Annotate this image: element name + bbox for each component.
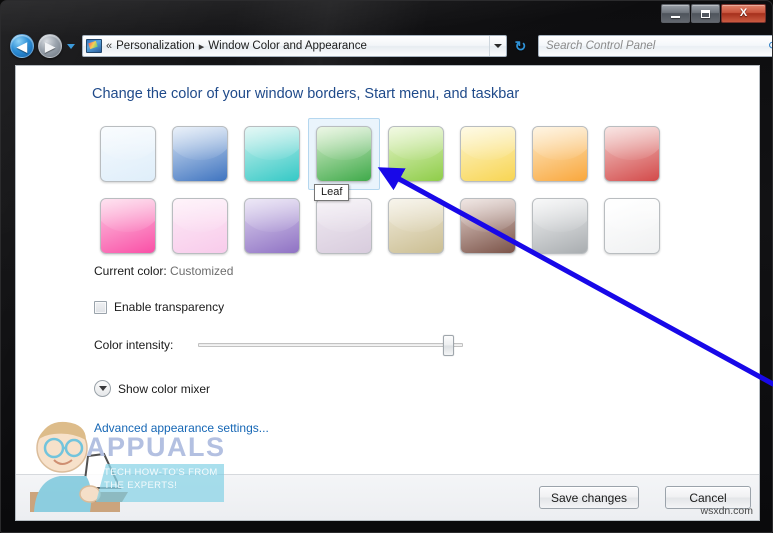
- swatch-gloss: [317, 127, 371, 161]
- color-swatch-mocha[interactable]: [460, 198, 516, 254]
- recent-pages-dropdown-button[interactable]: [66, 41, 76, 51]
- swatch-tooltip: Leaf: [314, 184, 350, 201]
- swatch-gloss: [461, 199, 515, 233]
- search-input[interactable]: Search Control Panel: [546, 40, 769, 52]
- color-swatch-cell[interactable]: [236, 190, 308, 262]
- close-button[interactable]: X: [721, 4, 766, 23]
- advanced-appearance-settings-link[interactable]: Advanced appearance settings...: [94, 421, 269, 435]
- command-bar: Save changes Cancel: [16, 474, 759, 520]
- enable-transparency-checkbox[interactable]: [94, 300, 107, 314]
- close-icon: X: [739, 7, 748, 19]
- color-swatch-pink[interactable]: [100, 198, 156, 254]
- page-title: Change the color of your window borders,…: [92, 86, 520, 102]
- color-swatch-lime[interactable]: [388, 126, 444, 182]
- current-color-value: Customized: [170, 264, 234, 278]
- breadcrumb-overflow-icon[interactable]: «: [102, 40, 116, 52]
- back-arrow-icon: ◀: [17, 38, 27, 54]
- color-swatch-cell[interactable]: [596, 190, 668, 262]
- swatch-gloss: [245, 199, 299, 233]
- search-box[interactable]: Search Control Panel ⚲: [538, 35, 772, 57]
- save-changes-button[interactable]: Save changes: [539, 486, 639, 509]
- control-panel-icon: [86, 39, 102, 53]
- color-swatch-cell[interactable]: [524, 118, 596, 190]
- swatch-gloss: [101, 127, 155, 161]
- swatch-gloss: [173, 199, 227, 233]
- swatch-gloss: [605, 127, 659, 161]
- color-swatch-taupe[interactable]: [388, 198, 444, 254]
- swatch-gloss: [245, 127, 299, 161]
- refresh-button[interactable]: ↻: [510, 35, 531, 57]
- color-swatch-cell[interactable]: [236, 118, 308, 190]
- color-swatch-blush[interactable]: [172, 198, 228, 254]
- swatch-gloss: [533, 199, 587, 233]
- color-swatch-leaf[interactable]: [316, 126, 372, 182]
- swatch-gloss: [533, 127, 587, 161]
- minimize-icon: [671, 15, 680, 18]
- color-swatch-cell[interactable]: [380, 118, 452, 190]
- color-swatch-twilight[interactable]: [172, 126, 228, 182]
- swatch-gloss: [461, 127, 515, 161]
- color-intensity-row: Color intensity:: [94, 335, 463, 356]
- screenshot-root: X ◀ ▶ « Personalization ▸ Window Color a…: [0, 0, 773, 533]
- enable-transparency-label: Enable transparency: [114, 300, 225, 314]
- color-swatch-sea[interactable]: [244, 126, 300, 182]
- color-intensity-slider[interactable]: [198, 335, 463, 356]
- color-swatch-cell[interactable]: [452, 118, 524, 190]
- color-swatch-lavender[interactable]: [316, 198, 372, 254]
- color-swatch-sun[interactable]: [460, 126, 516, 182]
- enable-transparency-row[interactable]: Enable transparency: [94, 300, 224, 314]
- breadcrumb-item-personalization[interactable]: Personalization: [116, 40, 195, 52]
- color-swatch-cell[interactable]: [596, 118, 668, 190]
- expand-color-mixer-button[interactable]: [94, 380, 111, 397]
- minimize-button[interactable]: [661, 4, 690, 23]
- navigation-bar: ◀ ▶ « Personalization ▸ Window Color and…: [1, 29, 772, 63]
- breadcrumb-item-window-color[interactable]: Window Color and Appearance: [208, 40, 367, 52]
- swatch-gloss: [317, 199, 371, 233]
- forward-arrow-icon: ▶: [45, 38, 55, 54]
- color-intensity-label: Color intensity:: [94, 338, 174, 352]
- chevron-down-icon: [67, 43, 75, 49]
- color-swatch-frost[interactable]: [604, 198, 660, 254]
- color-swatch-cell[interactable]: [92, 190, 164, 262]
- refresh-icon: ↻: [514, 37, 527, 54]
- color-swatch-sky[interactable]: [100, 126, 156, 182]
- color-swatch-cell[interactable]: [380, 190, 452, 262]
- watermark-brand: APPUALS: [86, 432, 226, 462]
- maximize-button[interactable]: [691, 4, 720, 23]
- color-swatch-grid: [92, 118, 668, 262]
- color-swatch-cell[interactable]: [164, 118, 236, 190]
- breadcrumb-separator-icon[interactable]: ▸: [195, 40, 209, 53]
- color-swatch-cell[interactable]: [92, 118, 164, 190]
- forward-button[interactable]: ▶: [38, 34, 62, 58]
- color-intensity-slider-thumb[interactable]: [443, 335, 455, 356]
- color-swatch-slate[interactable]: [532, 198, 588, 254]
- address-bar[interactable]: « Personalization ▸ Window Color and App…: [82, 35, 507, 57]
- color-swatch-cell[interactable]: [308, 118, 380, 190]
- control-panel-window: X ◀ ▶ « Personalization ▸ Window Color a…: [0, 0, 773, 533]
- maximize-icon: [701, 9, 710, 18]
- color-swatch-ruby[interactable]: [604, 126, 660, 182]
- window-caption-buttons: X: [660, 4, 766, 23]
- color-swatch-violet[interactable]: [244, 198, 300, 254]
- source-credit: wsxdn.com: [700, 505, 753, 517]
- color-swatch-cell[interactable]: [164, 190, 236, 262]
- chevron-down-icon: [98, 386, 107, 391]
- color-swatch-cell[interactable]: [452, 190, 524, 262]
- swatch-gloss: [173, 127, 227, 161]
- chevron-down-icon: [494, 44, 502, 48]
- current-color-label: Current color:: [94, 264, 167, 278]
- address-dropdown-button[interactable]: [489, 36, 506, 56]
- swatch-gloss: [605, 199, 659, 233]
- swatch-gloss: [389, 199, 443, 233]
- show-color-mixer-row[interactable]: Show color mixer: [94, 380, 210, 397]
- show-color-mixer-label: Show color mixer: [118, 381, 211, 396]
- window-client-area: Change the color of your window borders,…: [15, 65, 760, 521]
- color-swatch-cell[interactable]: [524, 190, 596, 262]
- color-swatch-orange[interactable]: [532, 126, 588, 182]
- swatch-gloss: [389, 127, 443, 161]
- current-color-row: Current color: Customized: [94, 264, 233, 278]
- back-button[interactable]: ◀: [10, 34, 34, 58]
- swatch-gloss: [101, 199, 155, 233]
